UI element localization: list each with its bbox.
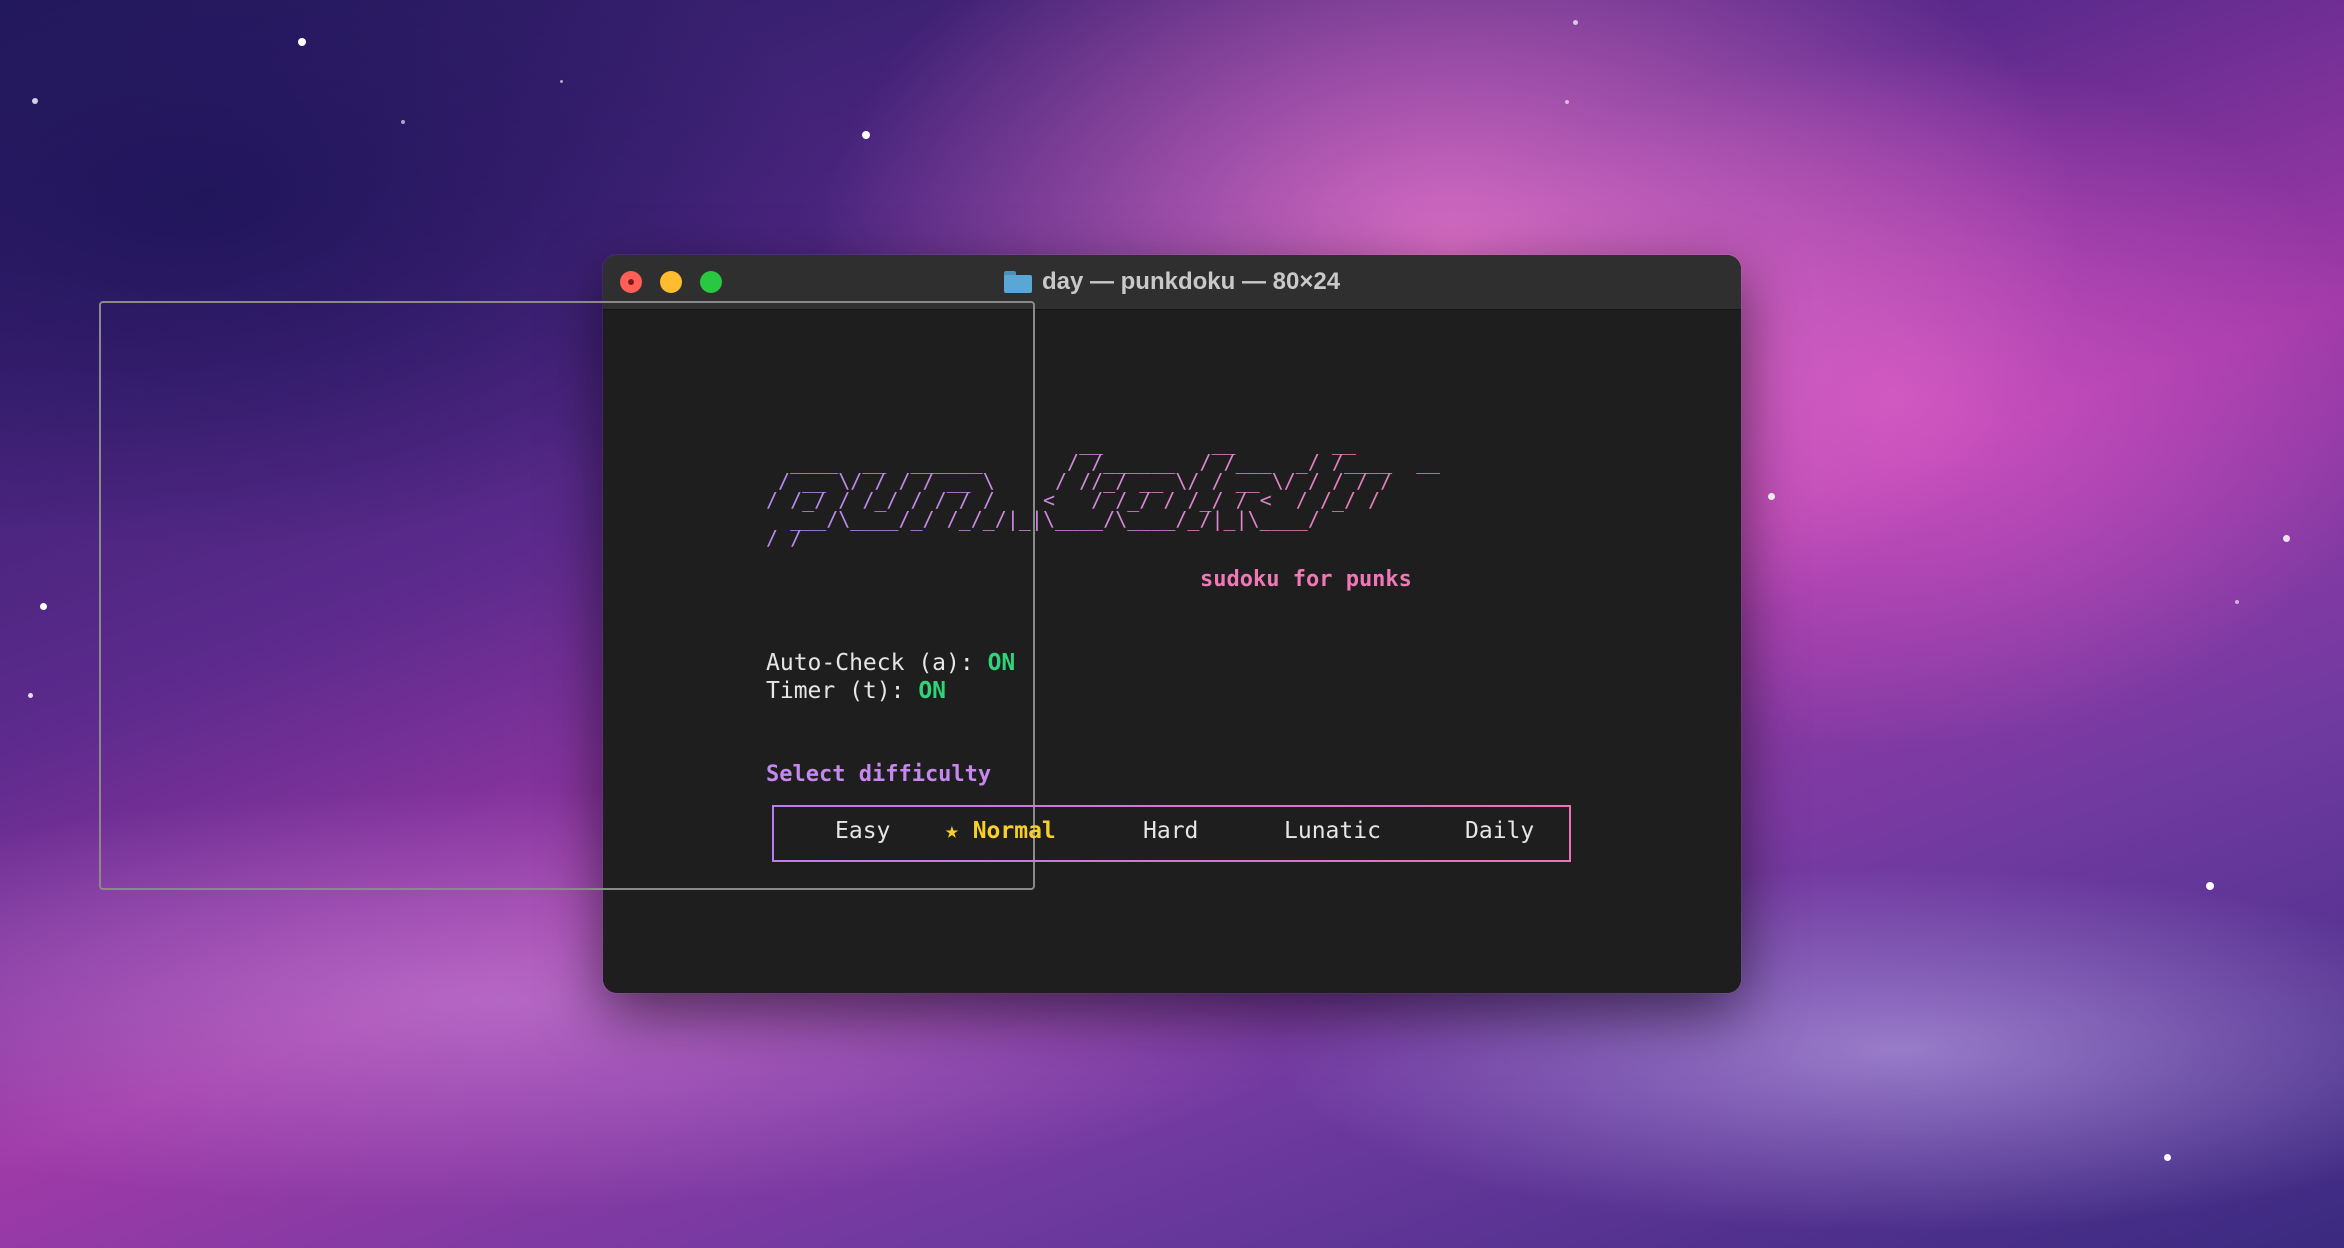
- background-star: [401, 120, 405, 124]
- background-star: [2206, 882, 2214, 890]
- background-star: [1768, 493, 1775, 500]
- background-star: [1565, 100, 1569, 104]
- background-star: [862, 131, 870, 139]
- background-star: [28, 693, 33, 698]
- background-star: [298, 38, 306, 46]
- difficulty-option-easy[interactable]: Easy: [835, 818, 890, 844]
- timer-setting[interactable]: Timer (t): ON: [766, 678, 946, 704]
- timer-label: Timer (t):: [766, 678, 919, 704]
- auto-check-value: ON: [987, 650, 1016, 676]
- folder-icon: [1003, 271, 1032, 293]
- background-star: [2235, 600, 2239, 604]
- timer-value: ON: [918, 678, 947, 704]
- auto-check-setting[interactable]: Auto-Check (a): ON: [766, 650, 1015, 676]
- background-star: [1573, 20, 1578, 25]
- window-title-text: day — punkdoku — 80×24: [1041, 268, 1341, 295]
- select-difficulty-label: Select difficulty: [766, 762, 992, 787]
- background-star: [2164, 1154, 2171, 1161]
- difficulty-option-normal[interactable]: ★ Normal: [945, 818, 1056, 844]
- background-star: [560, 80, 563, 83]
- background-star: [40, 603, 47, 610]
- background-star: [2283, 535, 2290, 542]
- auto-check-label: Auto-Check (a):: [766, 650, 988, 676]
- app-frame: [99, 301, 1035, 890]
- tagline: sudoku for punks: [1200, 567, 1412, 592]
- difficulty-option-hard[interactable]: Hard: [1143, 818, 1198, 844]
- background-star: [32, 98, 38, 104]
- punkdoku-ascii-logo: __ __ __ ____ __ ______ / /______ / /___…: [766, 431, 1441, 550]
- difficulty-option-lunatic[interactable]: Lunatic: [1284, 818, 1381, 844]
- difficulty-option-daily[interactable]: Daily: [1465, 818, 1534, 844]
